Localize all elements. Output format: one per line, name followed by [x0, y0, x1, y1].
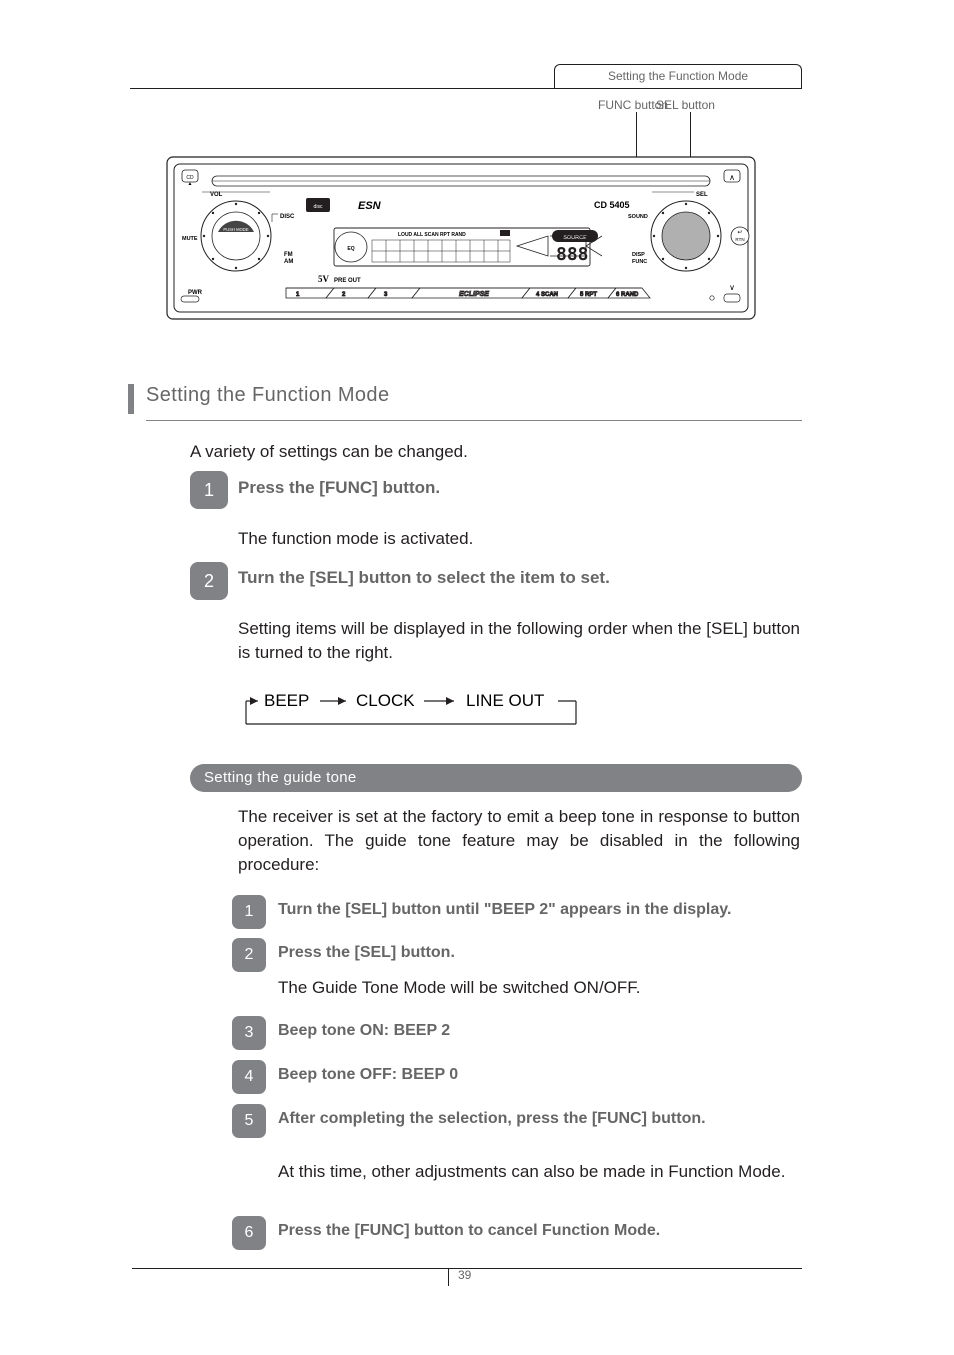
sel-label: SEL: [696, 192, 708, 198]
sub-badge-5: 5: [232, 1104, 266, 1138]
guide-s4: Beep tone OFF: BEEP 0: [278, 1066, 798, 1084]
header-rule: [130, 88, 802, 89]
sub-badge-1: 1: [232, 895, 266, 929]
step-badge-2: 2: [190, 562, 228, 600]
section-title-bar: [128, 384, 134, 414]
rtn-label: RTN: [735, 237, 744, 242]
guide-s6: Press the [FUNC] button to cancel Functi…: [278, 1222, 798, 1240]
cycle-diagram: BEEP CLOCK LINE OUT: [238, 690, 588, 740]
svg-text:BEEP: BEEP: [264, 691, 309, 710]
section-title: Setting the Function Mode: [146, 384, 389, 407]
header-tab: Setting the Function Mode: [554, 64, 802, 88]
pointer-label-sel: SEL button: [656, 98, 715, 112]
page-number: 39: [458, 1268, 471, 1282]
vol-label: VOL: [210, 192, 223, 198]
guide-s2-result: The Guide Tone Mode will be switched ON/…: [278, 976, 800, 1000]
svg-text:LINE OUT: LINE OUT: [466, 691, 544, 710]
guide-s5-result: At this time, other adjustments can also…: [278, 1160, 800, 1184]
svg-text:PRE OUT: PRE OUT: [334, 278, 361, 284]
device-diagram: CD ▲ VOL PUSH MODE DISC MUTE FM AM PWR ∧: [166, 156, 756, 320]
sub-badge-2: 2: [232, 938, 266, 972]
svg-text:▲: ▲: [188, 181, 193, 187]
guide-s5-action: After completing the selection, press th…: [278, 1110, 798, 1128]
svg-text:5 RPT: 5 RPT: [580, 292, 597, 298]
svg-text:CLOCK: CLOCK: [356, 691, 415, 710]
footer-tick: [448, 1268, 449, 1286]
step-badge-1: 1: [190, 471, 228, 509]
pwr-label: PWR: [188, 290, 203, 296]
svg-text:4 SCAN: 4 SCAN: [536, 292, 558, 298]
guide-s2-action: Press the [SEL] button.: [278, 944, 798, 962]
step2-result: Setting items will be displayed in the f…: [238, 617, 800, 665]
disp-label: DISP: [632, 252, 645, 258]
eq-label: EQ: [347, 246, 354, 252]
func-label: FUNC: [632, 259, 647, 265]
mute-label: MUTE: [182, 236, 198, 242]
guide-s3: Beep tone ON: BEEP 2: [278, 1022, 798, 1040]
push-mode-label: PUSH MODE: [223, 227, 249, 232]
esn-label: ESN: [358, 200, 382, 212]
model-label: CD 5405: [594, 200, 630, 210]
fm-label: FM: [284, 252, 293, 258]
svg-text:888: 888: [556, 244, 589, 265]
svg-text:∧: ∧: [729, 173, 735, 182]
disc-label: DISC: [280, 214, 295, 220]
sub-badge-3: 3: [232, 1016, 266, 1050]
indicators-label: LOUD ALL SCAN RPT RAND: [398, 232, 466, 238]
step2-action: Turn the [SEL] button to select the item…: [238, 568, 610, 588]
sound-label: SOUND: [628, 214, 648, 220]
page: Setting the Function Mode FUNC button SE…: [0, 0, 954, 1355]
preout-label: 5V: [318, 274, 330, 284]
am-label: AM: [284, 259, 293, 265]
sub-badge-6: 6: [232, 1216, 266, 1250]
svg-text:disc: disc: [314, 204, 323, 210]
guide-tone-heading: Setting the guide tone: [190, 764, 802, 792]
svg-text:↵: ↵: [737, 230, 742, 236]
step1-action: Press the [FUNC] button.: [238, 478, 440, 498]
guide-s1: Turn the [SEL] button until "BEEP 2" app…: [278, 901, 798, 919]
sub-badge-4: 4: [232, 1060, 266, 1094]
section-rule: [146, 420, 802, 421]
guide-intro: The receiver is set at the factory to em…: [238, 805, 800, 877]
intro-text: A variety of settings can be changed.: [190, 440, 802, 464]
svg-text:ECLIPSE: ECLIPSE: [459, 291, 489, 298]
svg-text:6 RAND: 6 RAND: [616, 292, 639, 298]
step1-result: The function mode is activated.: [238, 527, 800, 551]
svg-text:∨: ∨: [729, 283, 735, 292]
